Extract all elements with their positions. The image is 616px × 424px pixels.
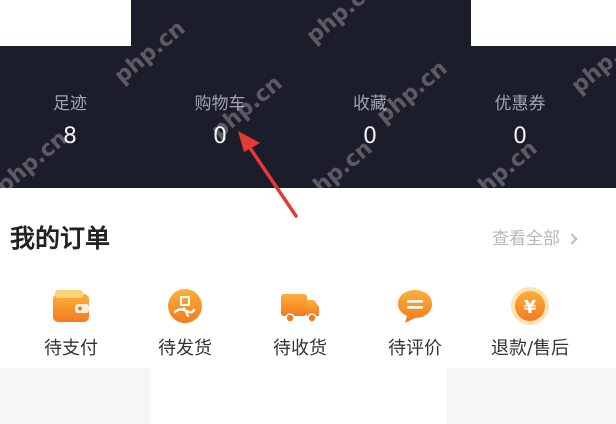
stat-label: 优惠券: [494, 94, 546, 114]
yen-coin-icon: ¥: [511, 287, 549, 325]
order-status-pending-payment[interactable]: 待支付: [16, 286, 126, 360]
order-status-refund-aftersales[interactable]: ¥ 退款/售后: [475, 286, 585, 360]
bottom-panel: [150, 368, 446, 424]
order-status-label: 待评价: [388, 338, 442, 359]
package-hand-icon: [168, 289, 202, 323]
order-status-label: 待收货: [273, 338, 327, 359]
view-all-label: 查看全部: [492, 229, 560, 249]
view-all-orders-link[interactable]: 查看全部: [492, 228, 578, 250]
order-status-label: 退款/售后: [490, 338, 570, 359]
order-status-pending-review[interactable]: 待评价: [360, 286, 470, 360]
order-status-pending-receipt[interactable]: 待收货: [245, 286, 355, 360]
comment-icon: [398, 290, 432, 323]
order-status-pending-shipment[interactable]: 待发货: [130, 286, 240, 360]
svg-text:¥: ¥: [524, 297, 537, 318]
orders-title: 我的订单: [10, 224, 111, 253]
order-status-label: 待发货: [158, 338, 212, 359]
order-status-label: 待支付: [44, 338, 98, 359]
stat-label: 足迹: [53, 94, 87, 114]
my-orders-card: 我的订单 查看全部 待支付 待发货 待收货 待评价 ¥ 退款/售后: [0, 188, 616, 368]
top-strip-right: [471, 0, 616, 46]
top-strip-left: [0, 0, 131, 46]
chevron-right-icon: [566, 233, 578, 245]
truck-icon: [281, 294, 319, 323]
wallet-icon: [53, 290, 89, 322]
